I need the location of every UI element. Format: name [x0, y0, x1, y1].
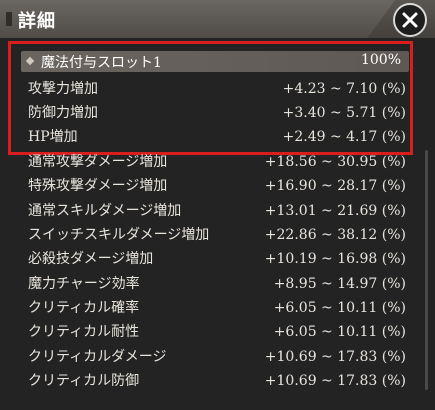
stat-label: 特殊攻撃ダメージ増加 [28, 178, 168, 194]
stat-row: 通常攻撃ダメージ増加 +18.56 ~ 30.95 (%) [28, 150, 406, 174]
stat-label: HP増加 [28, 129, 78, 145]
stat-label: クリティカル防御 [28, 373, 140, 389]
stat-value: +18.56 ~ 30.95 (%) [264, 154, 406, 170]
stat-label: 必殺技ダメージ増加 [28, 251, 154, 267]
stat-row: HP増加 +2.49 ~ 4.17 (%) [28, 125, 406, 149]
section-percent: 100% [360, 52, 401, 68]
stat-value: +6.05 ~ 10.11 (%) [273, 324, 406, 340]
stat-value: +4.23 ~ 7.10 (%) [282, 81, 406, 97]
stat-label: 通常スキルダメージ増加 [28, 203, 182, 219]
stat-value: +8.95 ~ 14.97 (%) [273, 276, 406, 292]
stat-row: 防御力増加 +3.40 ~ 5.71 (%) [28, 101, 406, 125]
stat-value: +16.90 ~ 28.17 (%) [264, 178, 406, 194]
stat-row: 特殊攻撃ダメージ増加 +16.90 ~ 28.17 (%) [28, 174, 406, 198]
diamond-icon [25, 56, 35, 66]
stat-value: +10.69 ~ 17.83 (%) [264, 373, 406, 389]
title-tab [0, 0, 395, 38]
stat-value: +2.49 ~ 4.17 (%) [282, 129, 406, 145]
stat-label: 攻撃力増加 [28, 81, 98, 97]
stat-value: +6.05 ~ 10.11 (%) [273, 300, 406, 316]
stat-value: +10.69 ~ 17.83 (%) [264, 349, 406, 365]
page-title: 詳細 [18, 11, 56, 32]
section-header-slot1: 魔法付与スロット1 100% [21, 51, 409, 72]
stat-row: スイッチスキルダメージ増加 +22.86 ~ 38.12 (%) [28, 223, 406, 247]
stat-row: クリティカル耐性 +6.05 ~ 10.11 (%) [28, 320, 406, 344]
stat-label: クリティカル確率 [28, 300, 140, 316]
stat-value: +3.40 ~ 5.71 (%) [282, 105, 406, 121]
stat-label: クリティカルダメージ [28, 349, 167, 365]
title-decoration [6, 12, 12, 26]
title-bar: 詳細 [0, 0, 435, 39]
stat-label: スイッチスキルダメージ増加 [28, 227, 210, 243]
stat-row: 必殺技ダメージ増加 +10.19 ~ 16.98 (%) [28, 247, 406, 271]
stat-row: クリティカル確率 +6.05 ~ 10.11 (%) [28, 296, 406, 320]
stat-value: +22.86 ~ 38.12 (%) [264, 227, 406, 243]
close-icon [402, 12, 418, 28]
stat-label: 防御力増加 [28, 105, 98, 121]
stat-value: +13.01 ~ 21.69 (%) [264, 203, 406, 219]
stat-row: クリティカル防御 +10.69 ~ 17.83 (%) [28, 369, 406, 393]
stat-label: 魔力チャージ効率 [28, 276, 140, 292]
stat-row: 通常スキルダメージ増加 +13.01 ~ 21.69 (%) [28, 199, 406, 223]
stat-row: 攻撃力増加 +4.23 ~ 7.10 (%) [28, 77, 406, 101]
stat-label: クリティカル耐性 [28, 324, 140, 340]
close-button[interactable] [393, 3, 427, 37]
scrollbar[interactable] [425, 150, 428, 390]
stat-row: 魔力チャージ効率 +8.95 ~ 14.97 (%) [28, 272, 406, 296]
stat-label: 通常攻撃ダメージ増加 [28, 154, 168, 170]
stat-value: +10.19 ~ 16.98 (%) [264, 251, 406, 267]
section-name: 魔法付与スロット1 [41, 55, 162, 71]
stat-row: クリティカルダメージ +10.69 ~ 17.83 (%) [28, 345, 406, 369]
